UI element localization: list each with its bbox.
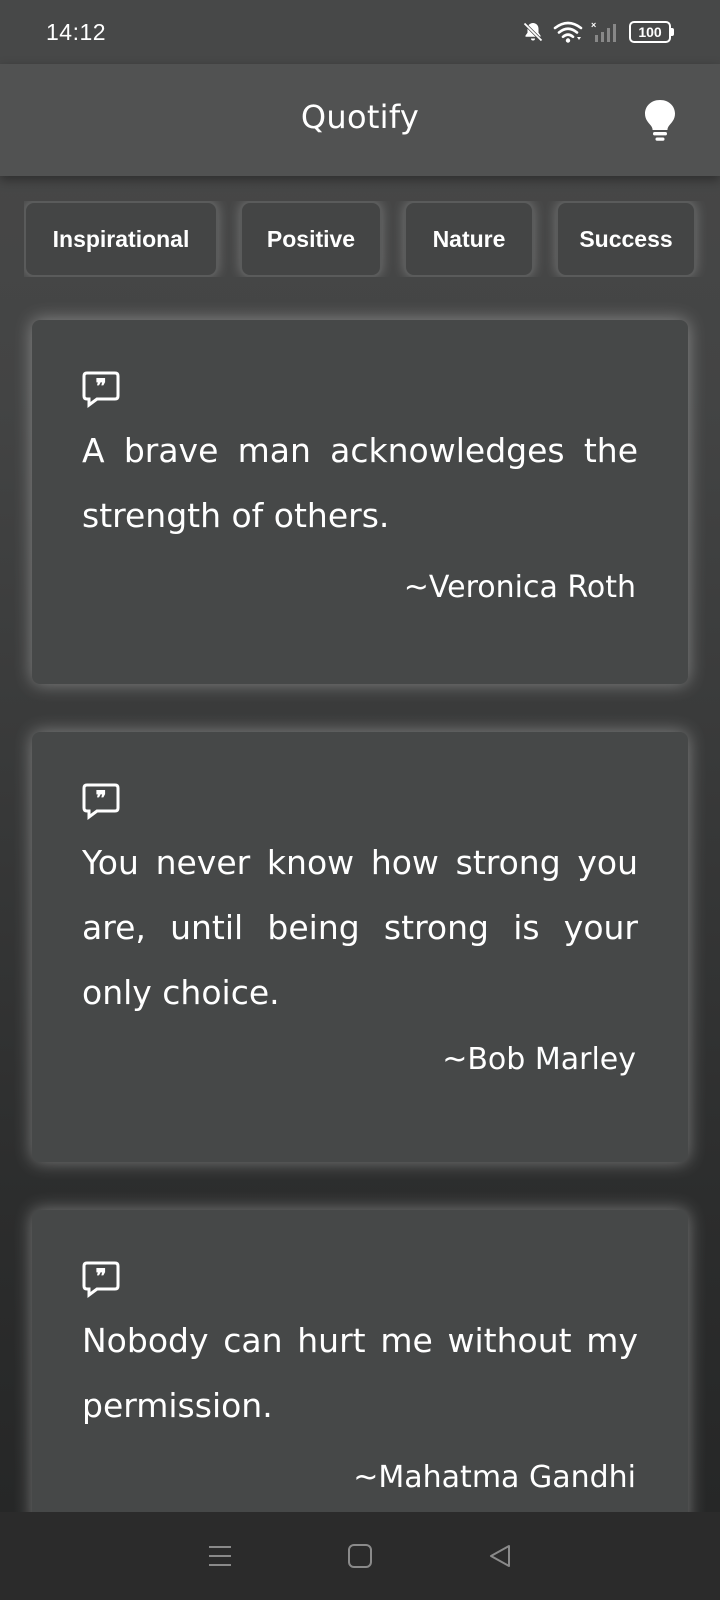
lightbulb-icon [645,100,675,141]
quote-card[interactable]: ❞ Nobody can hurt me without my permissi… [32,1210,688,1530]
home-button[interactable] [340,1536,380,1576]
theme-toggle-button[interactable] [642,98,678,142]
chip-nature[interactable]: Nature [404,201,534,277]
bell-muted-icon [523,22,543,42]
quote-author: ~Mahatma Gandhi [353,1460,636,1495]
svg-text:×: × [591,20,596,30]
quote-card[interactable]: ❞ A brave man acknowledges the strength … [32,320,688,684]
wifi-icon [553,21,583,43]
app-bar: Quotify [0,64,720,176]
battery-icon: 100 [629,21,674,43]
home-icon [348,1544,372,1568]
svg-text:❞: ❞ [96,786,107,810]
back-button[interactable] [480,1536,520,1576]
back-icon [490,1545,510,1567]
quote-icon: ❞ [82,1261,120,1298]
quote-icon: ❞ [82,783,120,820]
quote-text: A brave man acknowledges the strength of… [82,431,638,535]
quote-author: ~Bob Marley [442,1042,636,1077]
status-time: 14:12 [46,18,107,45]
quote-card[interactable]: ❞ You never know how strong you are, unt… [32,732,688,1162]
quote-text: Nobody can hurt me without my permission… [82,1321,638,1425]
screen: 14:12 × 100 Quotify Inspirational Positi… [0,0,720,1600]
svg-text:❞: ❞ [96,1264,107,1288]
battery-level: 100 [629,21,671,43]
status-icons: × 100 [521,20,674,44]
quote-icon: ❞ [82,371,120,408]
svg-text:❞: ❞ [96,374,107,398]
status-bar: 14:12 × 100 [0,0,720,64]
category-chips: Inspirational Positive Nature Success [24,201,720,277]
chip-positive[interactable]: Positive [240,201,382,277]
system-nav-bar [0,1512,720,1600]
chip-success[interactable]: Success [556,201,696,277]
quote-text: You never know how strong you are, until… [82,843,638,1012]
recent-apps-button[interactable] [200,1536,240,1576]
app-title: Quotify [300,98,420,136]
chip-inspirational[interactable]: Inspirational [24,201,218,277]
menu-icon [209,1546,231,1566]
quote-author: ~Veronica Roth [403,570,636,605]
signal-icon: × [591,20,616,42]
